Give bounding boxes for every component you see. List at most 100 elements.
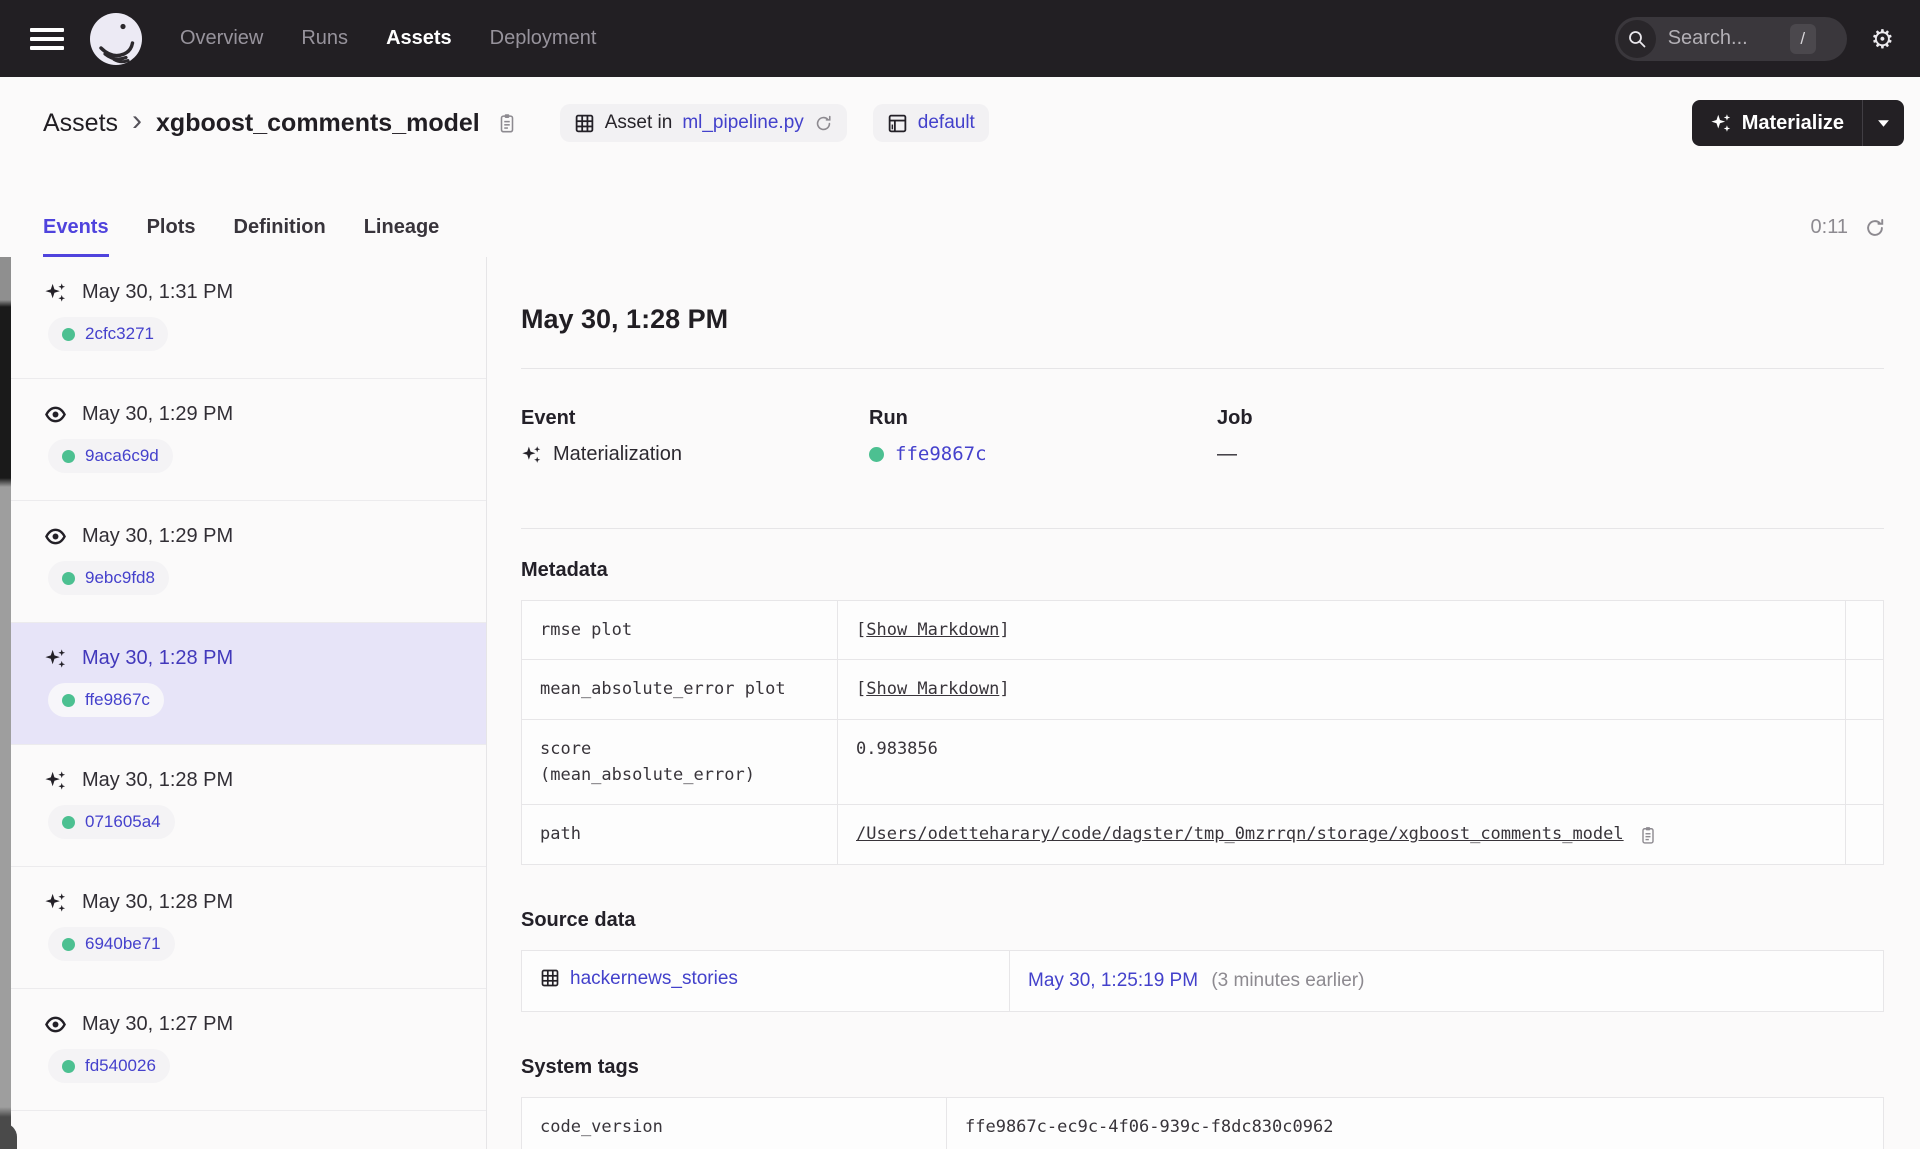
metadata-key: rmse plot <box>521 599 838 661</box>
metadata-value: [Show Markdown] <box>837 659 1846 720</box>
refresh-timer: 0:11 <box>1810 216 1848 238</box>
run-id-link[interactable]: 9ebc9fd8 <box>85 568 155 588</box>
event-detail-panel: May 30, 1:28 PM Event Materialization Ru… <box>487 257 1920 1149</box>
bracket: ] <box>999 620 1010 640</box>
search-icon <box>1617 19 1656 58</box>
run-id-badge[interactable]: 9ebc9fd8 <box>48 561 169 595</box>
table-row: score (mean_absolute_error) 0.983856 <box>521 718 1884 806</box>
asset-header: Assets › xgboost_comments_model Asset in… <box>0 77 1920 169</box>
nav-item-overview[interactable]: Overview <box>180 27 263 50</box>
run-id-link[interactable]: 2cfc3271 <box>85 324 154 344</box>
show-markdown-link[interactable]: Show Markdown <box>866 679 999 699</box>
asset-name: xgboost_comments_model <box>156 108 480 137</box>
table-row: path /Users/odetteharary/code/dagster/tm… <box>521 804 1884 865</box>
event-type-value: Materialization <box>553 443 682 465</box>
pipeline-file-link[interactable]: ml_pipeline.py <box>682 112 803 134</box>
bracket: [ <box>856 679 867 700</box>
run-id-link[interactable]: 071605a4 <box>85 812 161 832</box>
run-id-badge[interactable]: 6940be71 <box>48 927 175 961</box>
event-list-item[interactable]: May 30, 1:28 PM 071605a4 <box>0 745 486 867</box>
event-list-item[interactable]: May 30, 1:29 PM 9aca6c9d <box>0 379 486 501</box>
run-id-badge[interactable]: 2cfc3271 <box>48 317 168 351</box>
system-tags-table: code_version ffe9867c-ec9c-4f06-939c-f8d… <box>521 1096 1884 1149</box>
metadata-key: score (mean_absolute_error) <box>521 718 838 806</box>
metadata-action-cell <box>1845 804 1884 865</box>
event-list-item-selected[interactable]: May 30, 1:28 PM ffe9867c <box>0 623 486 745</box>
run-id-link[interactable]: 9aca6c9d <box>85 446 159 466</box>
asset-location-prefix: Asset in <box>604 112 673 133</box>
asset-table-icon <box>574 113 595 134</box>
reload-icon[interactable] <box>814 114 833 133</box>
metadata-key-line: score <box>540 738 592 759</box>
metadata-heading: Metadata <box>521 559 608 581</box>
bracket: [ <box>856 620 867 640</box>
asset-context-badges: Asset in ml_pipeline.py default <box>559 104 989 142</box>
source-timestamp-cell: May 30, 1:25:19 PM (3 minutes earlier) <box>1009 949 1884 1012</box>
metadata-key: path <box>521 804 838 865</box>
hamburger-menu-icon[interactable] <box>30 27 64 50</box>
run-status-dot <box>62 815 75 829</box>
event-date: May 30, 1:28 PM <box>82 647 234 669</box>
materialize-button[interactable]: Materialize <box>1692 100 1862 146</box>
run-status-dot <box>62 1059 75 1073</box>
tab-lineage[interactable]: Lineage <box>364 216 440 257</box>
source-asset-link[interactable]: hackernews_stories <box>540 964 738 993</box>
repo-default-link[interactable]: default <box>918 112 975 134</box>
metadata-key: mean_absolute_error plot <box>521 659 838 720</box>
tab-definition[interactable]: Definition <box>234 216 326 257</box>
nav-item-runs[interactable]: Runs <box>301 27 348 50</box>
metadata-table: rmse plot [Show Markdown] mean_absolute_… <box>521 599 1884 865</box>
breadcrumb-assets-link[interactable]: Assets <box>43 109 118 138</box>
breadcrumb: Assets › xgboost_comments_model <box>43 104 518 138</box>
sparkle-icon <box>44 891 67 914</box>
event-title: May 30, 1:28 PM <box>521 304 729 334</box>
repo-badge: default <box>872 104 989 142</box>
copy-icon[interactable] <box>1638 824 1658 846</box>
source-asset-cell: hackernews_stories <box>521 949 1010 1012</box>
refresh-icon[interactable] <box>1864 217 1886 239</box>
gear-icon[interactable]: ⚙ <box>1871 26 1894 52</box>
event-list-item[interactable]: May 30, 1:28 PM 6940be71 <box>0 867 486 989</box>
table-row: hackernews_stories May 30, 1:25:19 PM (3… <box>521 949 1884 1012</box>
event-date: May 30, 1:29 PM <box>82 525 234 547</box>
run-id-link[interactable]: fd540026 <box>85 1056 156 1076</box>
event-date: May 30, 1:27 PM <box>82 1013 234 1035</box>
event-list-item[interactable]: May 30, 1:27 PM fd540026 <box>0 989 486 1111</box>
show-markdown-link[interactable]: Show Markdown <box>866 620 999 640</box>
run-id-link[interactable]: ffe9867c <box>85 690 150 710</box>
run-id-badge[interactable]: ffe9867c <box>48 683 164 717</box>
event-label: Event <box>521 407 576 429</box>
dagster-app: Overview Runs Assets Deployment / ⚙ Asse… <box>0 0 1920 1149</box>
nav-item-deployment[interactable]: Deployment <box>490 27 597 50</box>
tab-events[interactable]: Events <box>43 216 109 257</box>
search-input[interactable] <box>1667 27 1786 50</box>
dagster-logo[interactable] <box>90 12 142 65</box>
sparkle-icon <box>521 444 542 465</box>
materialize-dropdown-button[interactable] <box>1862 100 1904 146</box>
source-data-table: hackernews_stories May 30, 1:25:19 PM (3… <box>521 949 1884 1012</box>
run-id-badge[interactable]: fd540026 <box>48 1049 170 1083</box>
event-date: May 30, 1:29 PM <box>82 403 234 425</box>
run-id-badge[interactable]: 071605a4 <box>48 805 175 839</box>
run-id-link[interactable]: 6940be71 <box>85 934 161 954</box>
bracket: ] <box>999 679 1010 700</box>
divider <box>521 368 1884 369</box>
event-list-item[interactable]: May 30, 1:29 PM 9ebc9fd8 <box>0 501 486 623</box>
nav-item-assets[interactable]: Assets <box>386 27 452 50</box>
metadata-action-cell <box>1845 718 1884 806</box>
event-list-item[interactable]: May 30, 1:31 PM 2cfc3271 <box>0 257 486 379</box>
sparkle-icon <box>44 281 67 304</box>
path-link[interactable]: /Users/odetteharary/code/dagster/tmp_0mz… <box>856 821 1624 847</box>
metadata-key-line: (mean_absolute_error) <box>540 765 755 786</box>
event-list: May 30, 1:31 PM 2cfc3271 May 30, 1:29 PM… <box>0 257 487 1149</box>
tab-plots[interactable]: Plots <box>147 216 196 257</box>
global-search[interactable]: / <box>1614 16 1847 61</box>
table-row: mean_absolute_error plot [Show Markdown] <box>521 659 1884 720</box>
copy-icon[interactable] <box>496 111 518 135</box>
background-window-edge <box>0 257 11 1149</box>
source-asset-name[interactable]: hackernews_stories <box>570 964 738 993</box>
metadata-value: 0.983856 <box>837 718 1846 806</box>
run-id-badge[interactable]: 9aca6c9d <box>48 439 173 473</box>
run-id-link[interactable]: ffe9867c <box>895 443 987 465</box>
source-timestamp-link[interactable]: May 30, 1:25:19 PM <box>1028 970 1198 991</box>
